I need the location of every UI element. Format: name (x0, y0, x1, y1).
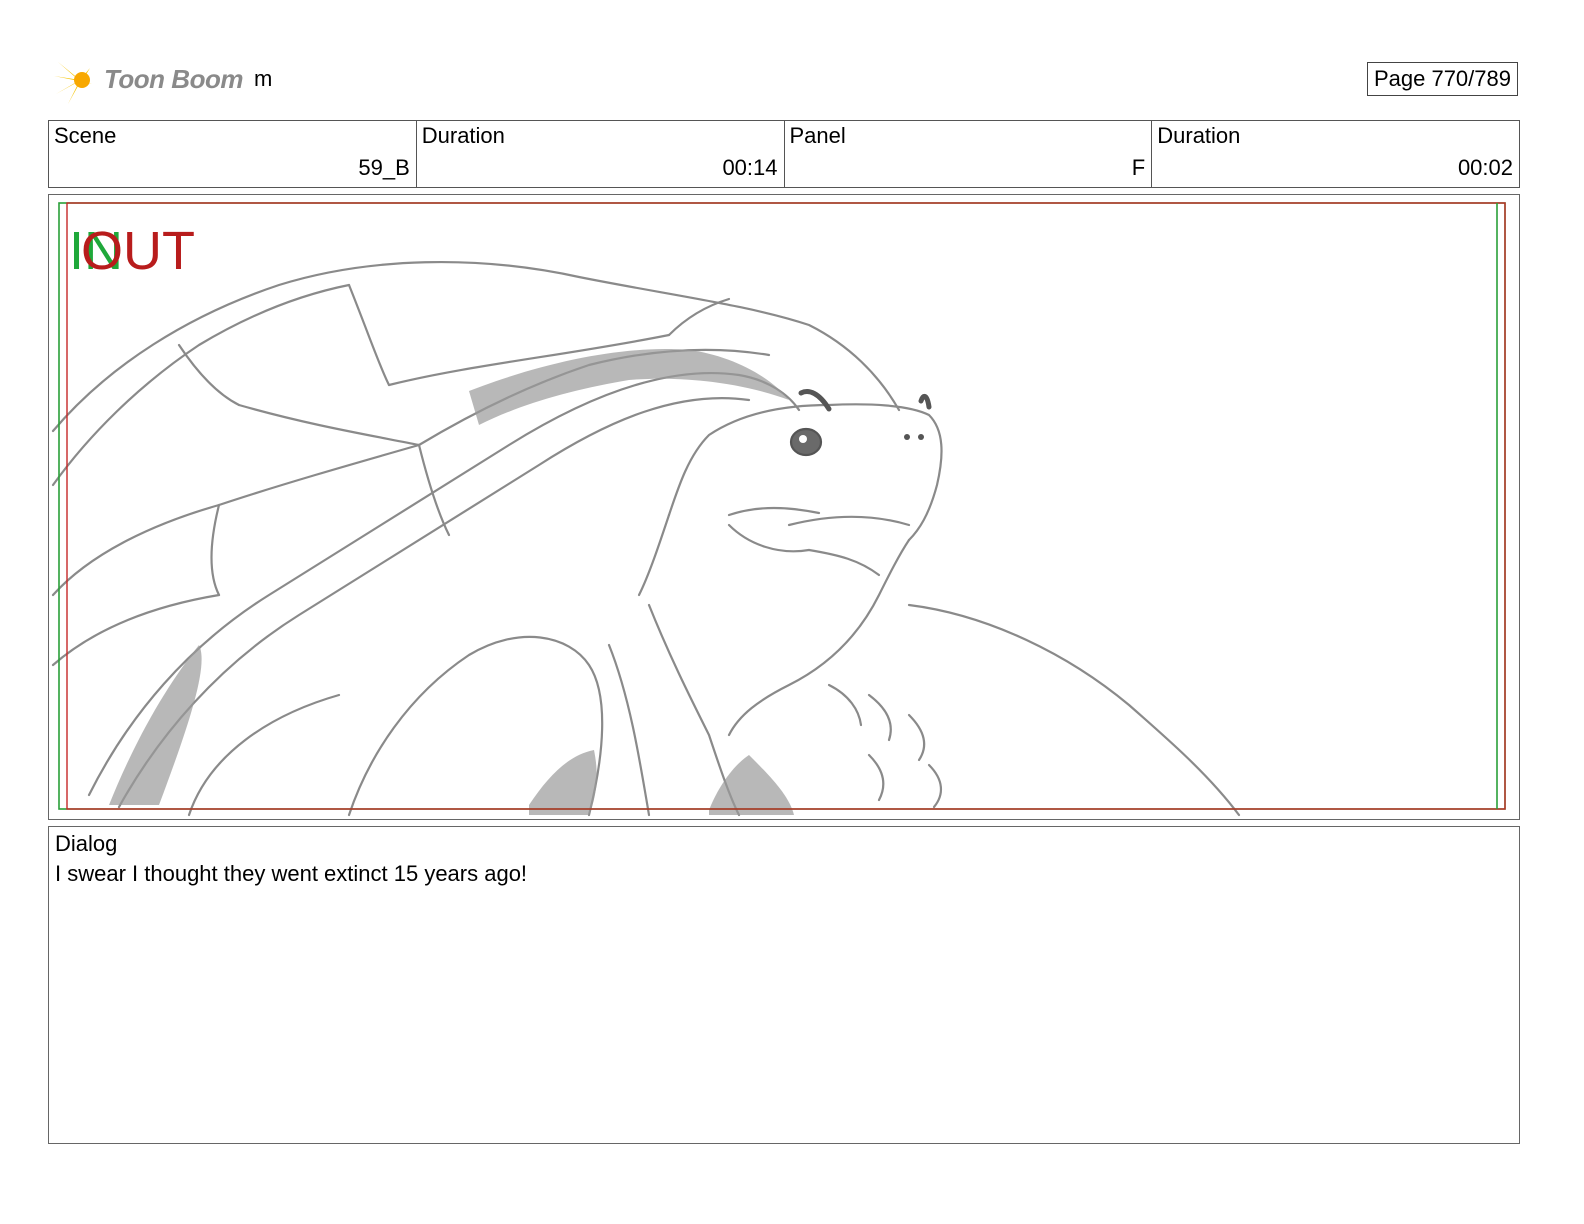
panel-cell: Panel F (785, 121, 1153, 187)
project-name: m (254, 66, 273, 91)
scene-duration-label: Duration (421, 123, 505, 148)
dialog-label: Dialog (55, 831, 118, 856)
scene-cell: Scene 59_B (49, 121, 417, 187)
panel-duration-label: Duration (1157, 123, 1241, 148)
panel-value: F (1131, 155, 1146, 180)
storyboard-panel: IN OUT (48, 194, 1520, 820)
scene-label: Scene (54, 123, 117, 148)
page-indicator: Page 770/789 (1366, 62, 1518, 96)
scene-value: 59_B (358, 155, 410, 180)
panel-info-row: Scene 59_B Duration 00:14 Panel F Durati… (48, 120, 1520, 188)
out-marker: OUT (81, 221, 195, 281)
scene-duration-value: 00:14 (722, 155, 778, 180)
tortoise-sketch: IN OUT (51, 202, 1506, 817)
dialog-text: I swear I thought they went extinct 15 y… (55, 861, 528, 886)
panel-label: Panel (789, 123, 846, 148)
logo-wordmark: Toon Boom (104, 64, 243, 94)
panel-duration-value: 00:02 (1457, 155, 1513, 180)
panel-duration-cell: Duration 00:02 (1152, 121, 1519, 187)
dialog-box: Dialog I swear I thought they went extin… (48, 826, 1520, 1144)
scene-duration-cell: Duration 00:14 (417, 121, 785, 187)
